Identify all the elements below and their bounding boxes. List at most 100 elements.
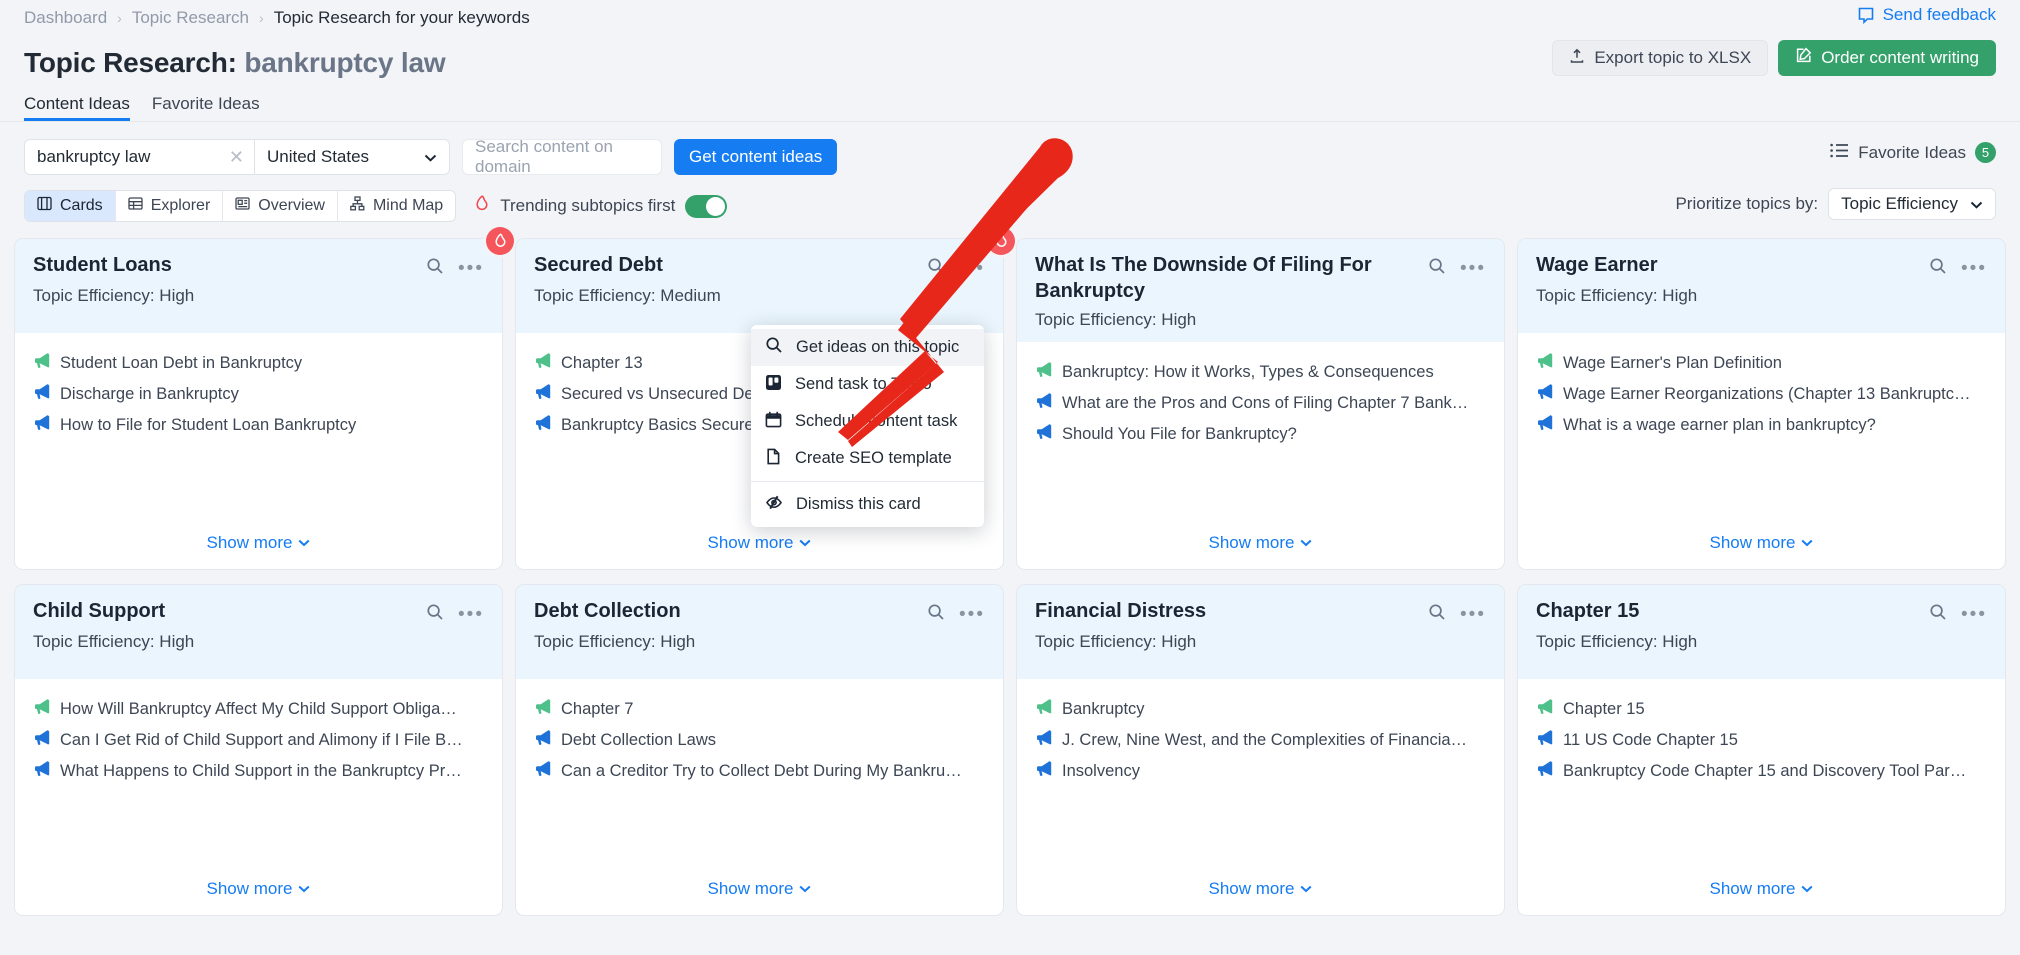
show-more-button[interactable]: Show more <box>1017 879 1504 915</box>
show-more-button[interactable]: Show more <box>516 533 1003 569</box>
order-content-writing-label: Order content writing <box>1821 48 1979 67</box>
idea-item[interactable]: Wage Earner's Plan Definition <box>1536 353 1987 373</box>
megaphone-icon <box>534 699 551 719</box>
card-search-icon[interactable] <box>927 603 945 626</box>
show-more-button[interactable]: Show more <box>1518 533 2005 569</box>
country-select[interactable]: United States <box>254 139 450 175</box>
chevron-down-icon <box>1801 539 1813 547</box>
idea-label: 11 US Code Chapter 15 <box>1563 730 1738 749</box>
breadcrumb-item-dashboard[interactable]: Dashboard <box>24 8 107 28</box>
export-topic-button[interactable]: Export topic to XLSX <box>1552 40 1769 76</box>
cards-grid: Student Loans ••• Topic Efficiency: High St… <box>0 226 2020 916</box>
menu-item[interactable]: Schedule content task <box>751 403 984 440</box>
card-search-icon[interactable] <box>1929 257 1947 280</box>
document-icon <box>765 448 782 470</box>
idea-item[interactable]: Bankruptcy: How it Works, Types & Conseq… <box>1035 362 1486 382</box>
show-more-button[interactable]: Show more <box>15 879 502 915</box>
card-more-options-icon[interactable]: ••• <box>959 259 985 278</box>
card-search-icon[interactable] <box>426 257 444 280</box>
page-title-keyword: bankruptcy law <box>244 47 446 78</box>
card-more-options-icon[interactable]: ••• <box>959 605 985 624</box>
idea-item[interactable]: 11 US Code Chapter 15 <box>1536 730 1987 750</box>
view-cards-button[interactable]: Cards <box>25 191 116 221</box>
breadcrumb-item-topic-research[interactable]: Topic Research <box>132 8 249 28</box>
card-search-icon[interactable] <box>1428 603 1446 626</box>
tab-favorite-ideas[interactable]: Favorite Ideas <box>152 94 260 121</box>
idea-label: J. Crew, Nine West, and the Complexities… <box>1062 730 1468 749</box>
view-toolbar: Cards Explorer Overview Mind Map Trendin… <box>0 178 2020 226</box>
idea-item[interactable]: Chapter 15 <box>1536 699 1987 719</box>
idea-item[interactable]: Debt Collection Laws <box>534 730 985 750</box>
favorite-ideas-link[interactable]: Favorite Ideas 5 <box>1830 142 1996 163</box>
card-search-icon[interactable] <box>426 603 444 626</box>
menu-item[interactable]: Dismiss this card <box>751 486 984 523</box>
idea-item[interactable]: Wage Earner Reorganizations (Chapter 13 … <box>1536 384 1987 404</box>
view-switcher: Cards Explorer Overview Mind Map <box>24 190 457 222</box>
clear-keyword-icon[interactable]: ✕ <box>225 147 244 168</box>
card-more-options-icon[interactable]: ••• <box>458 605 484 624</box>
idea-item[interactable]: J. Crew, Nine West, and the Complexities… <box>1035 730 1486 750</box>
view-mindmap-button[interactable]: Mind Map <box>338 191 455 221</box>
megaphone-icon <box>33 353 50 373</box>
topic-card[interactable]: Financial Distress ••• Topic Efficiency: H… <box>1016 584 1505 916</box>
topic-card[interactable]: Student Loans ••• Topic Efficiency: High St… <box>14 227 514 570</box>
tab-content-ideas[interactable]: Content Ideas <box>24 94 130 121</box>
idea-item[interactable]: What Happens to Child Support in the Ban… <box>33 761 484 781</box>
idea-item[interactable]: Bankruptcy Code Chapter 15 and Discovery… <box>1536 761 1987 781</box>
idea-item[interactable]: Should You File for Bankruptcy? <box>1035 424 1486 444</box>
topic-card[interactable]: Debt Collection ••• Topic Efficiency: High… <box>515 584 1004 916</box>
topic-card[interactable]: Chapter 15 ••• Topic Efficiency: High Chapt… <box>1517 584 2006 916</box>
idea-label: Debt Collection Laws <box>561 730 716 749</box>
menu-item[interactable]: Get ideas on this topic <box>751 329 984 366</box>
idea-item[interactable]: Can I Get Rid of Child Support and Alimo… <box>33 730 484 750</box>
idea-label: Insolvency <box>1062 761 1140 780</box>
idea-item[interactable]: How to File for Student Loan Bankruptcy <box>33 415 484 435</box>
trending-flame-badge <box>987 227 1015 255</box>
idea-item[interactable]: How Will Bankruptcy Affect My Child Supp… <box>33 699 484 719</box>
card-search-icon[interactable] <box>1929 603 1947 626</box>
megaphone-icon <box>33 730 50 750</box>
get-content-ideas-button[interactable]: Get content ideas <box>674 139 838 175</box>
topic-card[interactable]: Child Support ••• Topic Efficiency: High Ho… <box>14 584 503 916</box>
trending-subtopics-toggle[interactable] <box>685 194 728 218</box>
card-more-options-icon[interactable]: ••• <box>1961 259 1987 278</box>
idea-item[interactable]: Bankruptcy <box>1035 699 1486 719</box>
domain-search-input[interactable]: Search content on domain <box>462 137 662 176</box>
send-feedback-label: Send feedback <box>1882 5 1996 24</box>
card-more-options-icon[interactable]: ••• <box>1460 259 1486 278</box>
card-search-icon[interactable] <box>1428 257 1446 280</box>
card-efficiency-value: High <box>1161 310 1197 330</box>
card-more-options-icon[interactable]: ••• <box>458 259 484 278</box>
idea-item[interactable]: What is a wage earner plan in bankruptcy… <box>1536 415 1987 435</box>
keyword-input[interactable] <box>37 147 225 167</box>
megaphone-icon <box>1536 353 1553 373</box>
show-more-button[interactable]: Show more <box>516 879 1003 915</box>
card-more-options-icon[interactable]: ••• <box>1460 605 1486 624</box>
view-overview-button[interactable]: Overview <box>223 191 338 221</box>
show-more-button[interactable]: Show more <box>1017 533 1504 569</box>
card-search-icon[interactable] <box>927 257 945 280</box>
idea-label: Can I Get Rid of Child Support and Alimo… <box>60 730 463 749</box>
card-efficiency: Topic Efficiency: High <box>33 286 484 306</box>
card-efficiency: Topic Efficiency: High <box>1035 632 1486 652</box>
menu-item[interactable]: Create SEO template <box>751 440 984 477</box>
show-more-button[interactable]: Show more <box>1518 879 2005 915</box>
megaphone-icon <box>534 384 551 404</box>
prioritize-select[interactable]: Topic Efficiency <box>1828 188 1996 220</box>
show-more-button[interactable]: Show more <box>15 533 502 569</box>
idea-item[interactable]: Chapter 7 <box>534 699 985 719</box>
view-explorer-button[interactable]: Explorer <box>116 191 224 221</box>
send-feedback-link[interactable]: Send feedback <box>1857 5 1996 25</box>
card-efficiency-value: High <box>1662 632 1698 651</box>
topic-card[interactable]: Wage Earner ••• Topic Efficiency: High Wage… <box>1517 238 2006 570</box>
idea-item[interactable]: Insolvency <box>1035 761 1486 781</box>
idea-item[interactable]: Discharge in Bankruptcy <box>33 384 484 404</box>
chevron-down-icon <box>799 539 811 547</box>
topic-card[interactable]: What Is The Downside Of Filing For Bankr… <box>1016 238 1505 570</box>
order-content-writing-button[interactable]: Order content writing <box>1778 40 1996 76</box>
idea-item[interactable]: Can a Creditor Try to Collect Debt Durin… <box>534 761 985 781</box>
menu-item[interactable]: Send task to Trello <box>751 366 984 403</box>
card-more-options-icon[interactable]: ••• <box>1961 605 1987 624</box>
idea-item[interactable]: Student Loan Debt in Bankruptcy <box>33 353 484 373</box>
idea-item[interactable]: What are the Pros and Cons of Filing Cha… <box>1035 393 1486 413</box>
